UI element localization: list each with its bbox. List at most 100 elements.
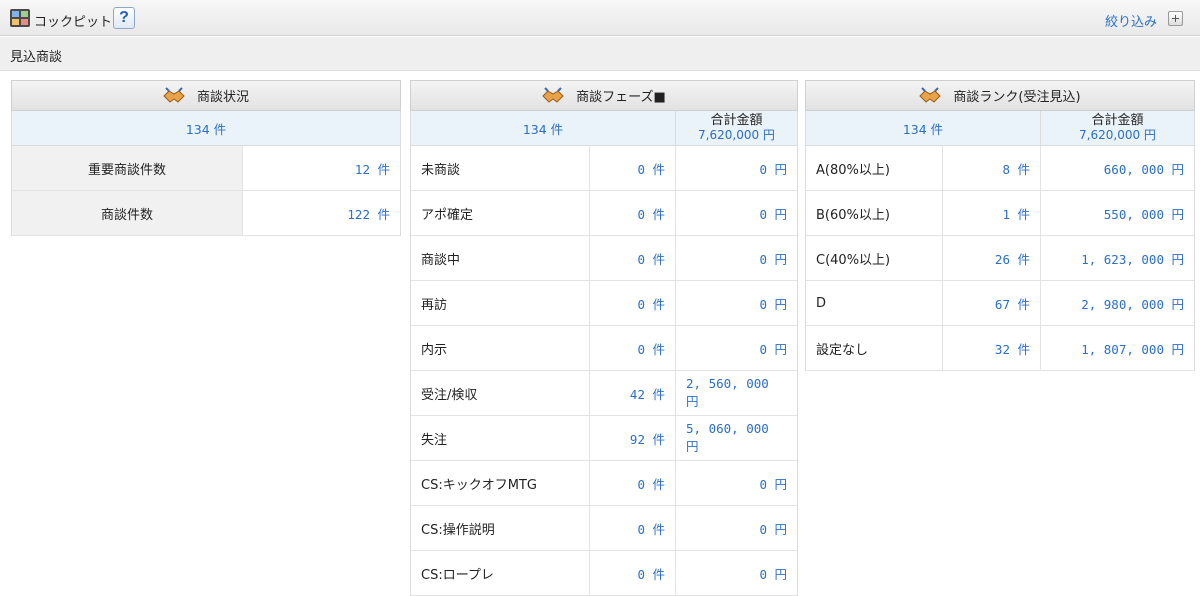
row-label: CS:操作説明 — [421, 522, 495, 538]
row-amount[interactable]: 0 円 — [675, 461, 797, 505]
row-label: 設定なし — [816, 342, 869, 358]
total-amount: 合計金額 7,620,000 円 — [1040, 111, 1194, 145]
row-amount[interactable]: 0 円 — [675, 551, 797, 595]
phase-table: 未商談 0 件0 円 アポ確定 0 件0 円 商談中 0 件0 円 再訪 0 件0 円 … — [410, 146, 798, 596]
handshake-icon — [542, 86, 564, 103]
row-count[interactable]: 32 件 — [942, 326, 1040, 370]
section-title: 見込商談 — [10, 50, 63, 65]
panel-title: 商談状況 — [196, 90, 249, 105]
panel-header: 商談状況 — [11, 80, 401, 111]
row-label: 商談中 — [421, 252, 461, 268]
row-amount[interactable]: 660, 000 円 — [1040, 146, 1194, 190]
amount-header: 合計金額 — [1091, 113, 1144, 128]
row-count[interactable]: 0 件 — [589, 236, 675, 280]
total-count[interactable]: 134 件 — [411, 111, 675, 145]
row-amount[interactable]: 1, 807, 000 円 — [1040, 326, 1194, 370]
panel-title: 商談フェーズ■ — [576, 90, 666, 105]
row-label: アポ確定 — [421, 207, 474, 223]
table-row: CS:キックオフMTG 0 件0 円 — [411, 461, 797, 506]
row-label: 再訪 — [421, 297, 448, 313]
row-amount[interactable]: 550, 000 円 — [1040, 191, 1194, 235]
table-row: アポ確定 0 件0 円 — [411, 191, 797, 236]
summary-row: 134 件 合計金額 7,620,000 円 — [805, 111, 1195, 146]
row-count[interactable]: 0 件 — [589, 461, 675, 505]
filter-link[interactable]: 絞り込み — [1105, 11, 1157, 30]
table-row: 受注/検収 42 件 2, 560, 000 円 — [411, 371, 797, 416]
table-row: CS:操作説明 0 件0 円 — [411, 506, 797, 551]
amount-header: 合計金額 — [710, 113, 763, 128]
handshake-icon — [163, 86, 185, 103]
row-amount[interactable]: 2, 560, 000 円 — [675, 371, 797, 415]
row-label: 失注 — [421, 432, 448, 448]
handshake-icon — [919, 86, 942, 103]
row-count[interactable]: 0 件 — [589, 551, 675, 595]
row-count[interactable]: 0 件 — [589, 191, 675, 235]
row-label: CS:キックオフMTG — [421, 477, 537, 493]
summary-row: 134 件 — [11, 111, 401, 146]
title-bar: コックピット ? 絞り込み — [0, 0, 1200, 36]
table-row: 内示 0 件0 円 — [411, 326, 797, 371]
row-label: 重要商談件数 — [87, 162, 166, 178]
row-amount[interactable]: 0 円 — [675, 146, 797, 190]
cockpit-icon — [10, 9, 30, 27]
plus-box-icon[interactable] — [1168, 11, 1183, 26]
amount-total[interactable]: 7,620,000 円 — [698, 128, 775, 142]
table-row: 商談件数 122 件 — [11, 191, 401, 236]
panel-header: 商談フェーズ■ — [410, 80, 798, 111]
table-row: 商談中 0 件0 円 — [411, 236, 797, 281]
total-count[interactable]: 134 件 — [12, 111, 400, 145]
row-amount[interactable]: 0 円 — [675, 506, 797, 550]
table-row: C(40%以上) 26 件 1, 623, 000 円 — [806, 236, 1194, 281]
section-bar: 見込商談 — [0, 37, 1200, 71]
row-count[interactable]: 12 件 — [242, 146, 400, 190]
deal-phase-panel: 商談フェーズ■ 134 件 合計金額 7,620,000 円 未商談 0 件0 円… — [410, 80, 798, 596]
row-count[interactable]: 1 件 — [942, 191, 1040, 235]
summary-row: 134 件 合計金額 7,620,000 円 — [410, 111, 798, 146]
row-amount[interactable]: 0 円 — [675, 236, 797, 280]
row-count[interactable]: 67 件 — [942, 281, 1040, 325]
deal-status-panel: 商談状況 134 件 重要商談件数 12 件 商談件数 122 件 — [11, 80, 401, 236]
row-amount[interactable]: 2, 980, 000 円 — [1040, 281, 1194, 325]
app-title: コックピット — [34, 15, 113, 30]
row-count[interactable]: 122 件 — [242, 191, 400, 235]
row-label: B(60%以上) — [816, 207, 890, 223]
table-row: D 67 件 2, 980, 000 円 — [806, 281, 1194, 326]
row-count[interactable]: 0 件 — [589, 326, 675, 370]
table-row: 未商談 0 件0 円 — [411, 146, 797, 191]
row-amount[interactable]: 0 円 — [675, 191, 797, 235]
row-label: 商談件数 — [100, 207, 153, 223]
row-amount[interactable]: 0 円 — [675, 281, 797, 325]
amount-total[interactable]: 7,620,000 円 — [1079, 128, 1156, 142]
row-count[interactable]: 92 件 — [589, 416, 675, 460]
row-count[interactable]: 26 件 — [942, 236, 1040, 280]
row-label: A(80%以上) — [816, 162, 890, 178]
row-label: CS:ロープレ — [421, 567, 494, 583]
row-count[interactable]: 0 件 — [589, 281, 675, 325]
row-label: C(40%以上) — [816, 252, 891, 268]
row-count[interactable]: 8 件 — [942, 146, 1040, 190]
total-amount: 合計金額 7,620,000 円 — [675, 111, 797, 145]
table-row: B(60%以上) 1 件 550, 000 円 — [806, 191, 1194, 236]
panel-title: 商談ランク(受注見込) — [953, 90, 1081, 105]
table-row: A(80%以上) 8 件 660, 000 円 — [806, 146, 1194, 191]
row-count[interactable]: 42 件 — [589, 371, 675, 415]
table-row: CS:ロープレ 0 件0 円 — [411, 551, 797, 596]
table-row: 再訪 0 件0 円 — [411, 281, 797, 326]
row-label: 未商談 — [421, 162, 461, 178]
row-amount[interactable]: 1, 623, 000 円 — [1040, 236, 1194, 280]
row-label: 受注/検収 — [421, 387, 478, 403]
table-row: 設定なし 32 件 1, 807, 000 円 — [806, 326, 1194, 371]
table-row: 重要商談件数 12 件 — [11, 146, 401, 191]
panel-header: 商談ランク(受注見込) — [805, 80, 1195, 111]
deal-rank-panel: 商談ランク(受注見込) 134 件 合計金額 7,620,000 円 A(80%… — [805, 80, 1195, 371]
row-count[interactable]: 0 件 — [589, 506, 675, 550]
rank-table: A(80%以上) 8 件 660, 000 円 B(60%以上) 1 件 550, 00… — [805, 146, 1195, 371]
row-label: D — [816, 295, 827, 311]
row-amount[interactable]: 0 円 — [675, 326, 797, 370]
row-amount[interactable]: 5, 060, 000 円 — [675, 416, 797, 460]
help-button[interactable]: ? — [113, 7, 135, 29]
total-count[interactable]: 134 件 — [806, 111, 1040, 145]
row-label: 内示 — [421, 342, 448, 358]
table-row: 失注 92 件 5, 060, 000 円 — [411, 416, 797, 461]
row-count[interactable]: 0 件 — [589, 146, 675, 190]
